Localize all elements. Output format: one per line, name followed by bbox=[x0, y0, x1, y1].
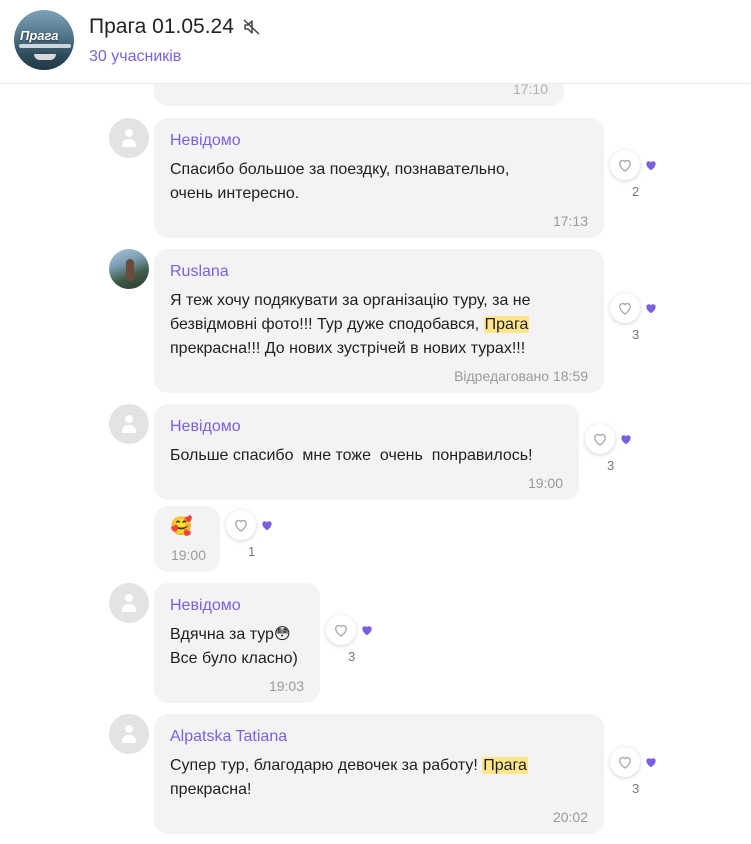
sender-avatar[interactable] bbox=[109, 714, 149, 754]
message-text: Супер тур, благодарю девочек за работу! … bbox=[170, 754, 528, 778]
message-time: Відредаговано 18:59 bbox=[454, 368, 588, 384]
reaction-count: 1 bbox=[248, 544, 256, 559]
reaction-count: 3 bbox=[632, 327, 640, 342]
title-row: Прага 01.05.24 bbox=[89, 15, 262, 39]
emoji-message: 🥰 bbox=[170, 516, 193, 536]
chat-title[interactable]: Прага 01.05.24 bbox=[89, 15, 234, 39]
message-time: 19:00 bbox=[170, 547, 206, 563]
heart-filled-icon[interactable] bbox=[642, 156, 660, 174]
message-text: Я теж хочу подякувати за організацію тур… bbox=[170, 292, 531, 309]
heart-filled-icon[interactable] bbox=[642, 753, 660, 771]
sender-name[interactable]: Невідомо bbox=[170, 597, 241, 615]
message-time: 20:02 bbox=[552, 809, 588, 825]
text-segment: Супер тур, благодарю девочек за работу! bbox=[170, 757, 483, 774]
message-text: прекрасна! bbox=[170, 781, 252, 798]
sender-avatar[interactable] bbox=[109, 249, 149, 289]
message-bubble[interactable]: Ruslana Я теж хочу подякувати за організ… bbox=[154, 249, 604, 393]
members-count[interactable]: 30 учасників bbox=[89, 48, 181, 66]
heart-outline-icon[interactable] bbox=[226, 510, 256, 540]
heart-outline-icon[interactable] bbox=[610, 293, 640, 323]
avatar-caption-strip bbox=[19, 44, 71, 48]
heart-outline-icon[interactable] bbox=[326, 615, 356, 645]
highlighted-text: Прага bbox=[482, 757, 528, 774]
message-text: Все було класно) bbox=[170, 650, 298, 667]
message-bubble[interactable]: Невідомо Спасибо большое за поездку, поз… bbox=[154, 118, 604, 238]
message-bubble[interactable]: 🥰 19:00 bbox=[154, 506, 220, 572]
message-bubble[interactable]: Невідомо Больше спасибо мне тоже очень п… bbox=[154, 404, 579, 500]
chat-header: Прага Прага 01.05.24 30 учасників bbox=[0, 0, 751, 84]
heart-outline-icon[interactable] bbox=[585, 424, 615, 454]
sender-name[interactable]: Невідомо bbox=[170, 132, 241, 150]
group-avatar[interactable]: Прага bbox=[14, 10, 74, 70]
message-text: очень интересно. bbox=[170, 185, 300, 202]
reaction-count: 3 bbox=[632, 781, 640, 796]
heart-outline-icon[interactable] bbox=[610, 150, 640, 180]
group-avatar-text: Прага bbox=[20, 28, 59, 43]
message-text: прекрасна!!! До нових зустрічей в нових … bbox=[170, 340, 526, 357]
avatar-boat bbox=[34, 54, 56, 60]
message-text: Больше спасибо мне тоже очень понравилос… bbox=[170, 447, 533, 464]
sender-avatar[interactable] bbox=[109, 583, 149, 623]
reaction-count: 2 bbox=[632, 184, 640, 199]
heart-filled-icon[interactable] bbox=[617, 430, 635, 448]
message-text: безвідмовні фото!!! Тур дуже сподобався,… bbox=[170, 313, 530, 337]
muted-speaker-icon bbox=[242, 17, 262, 37]
message-text: Спасибо большое за поездку, познавательн… bbox=[170, 161, 510, 178]
message-time: 19:00 bbox=[527, 475, 563, 491]
message-time: 19:03 bbox=[268, 678, 304, 694]
reaction-count: 3 bbox=[348, 649, 356, 664]
sender-name[interactable]: Alpatska Tatiana bbox=[170, 728, 287, 746]
sender-avatar[interactable] bbox=[109, 118, 149, 158]
heart-filled-icon[interactable] bbox=[642, 299, 660, 317]
heart-outline-icon[interactable] bbox=[610, 747, 640, 777]
heart-filled-icon[interactable] bbox=[358, 621, 376, 639]
text-segment: безвідмовні фото!!! Тур дуже сподобався, bbox=[170, 316, 484, 333]
highlighted-text: Прага bbox=[483, 316, 530, 333]
sender-name[interactable]: Ruslana bbox=[170, 263, 229, 281]
reaction-count: 3 bbox=[607, 458, 615, 473]
sender-name[interactable]: Невідомо bbox=[170, 418, 241, 436]
message-time: 17:13 bbox=[552, 213, 588, 229]
sender-avatar[interactable] bbox=[109, 404, 149, 444]
message-bubble[interactable]: Невідомо Вдячна за тур😳 Все було класно)… bbox=[154, 583, 320, 703]
heart-filled-icon[interactable] bbox=[258, 516, 276, 534]
message-text: Вдячна за тур😳 bbox=[170, 626, 291, 643]
message-bubble[interactable]: Alpatska Tatiana Супер тур, благодарю де… bbox=[154, 714, 604, 834]
